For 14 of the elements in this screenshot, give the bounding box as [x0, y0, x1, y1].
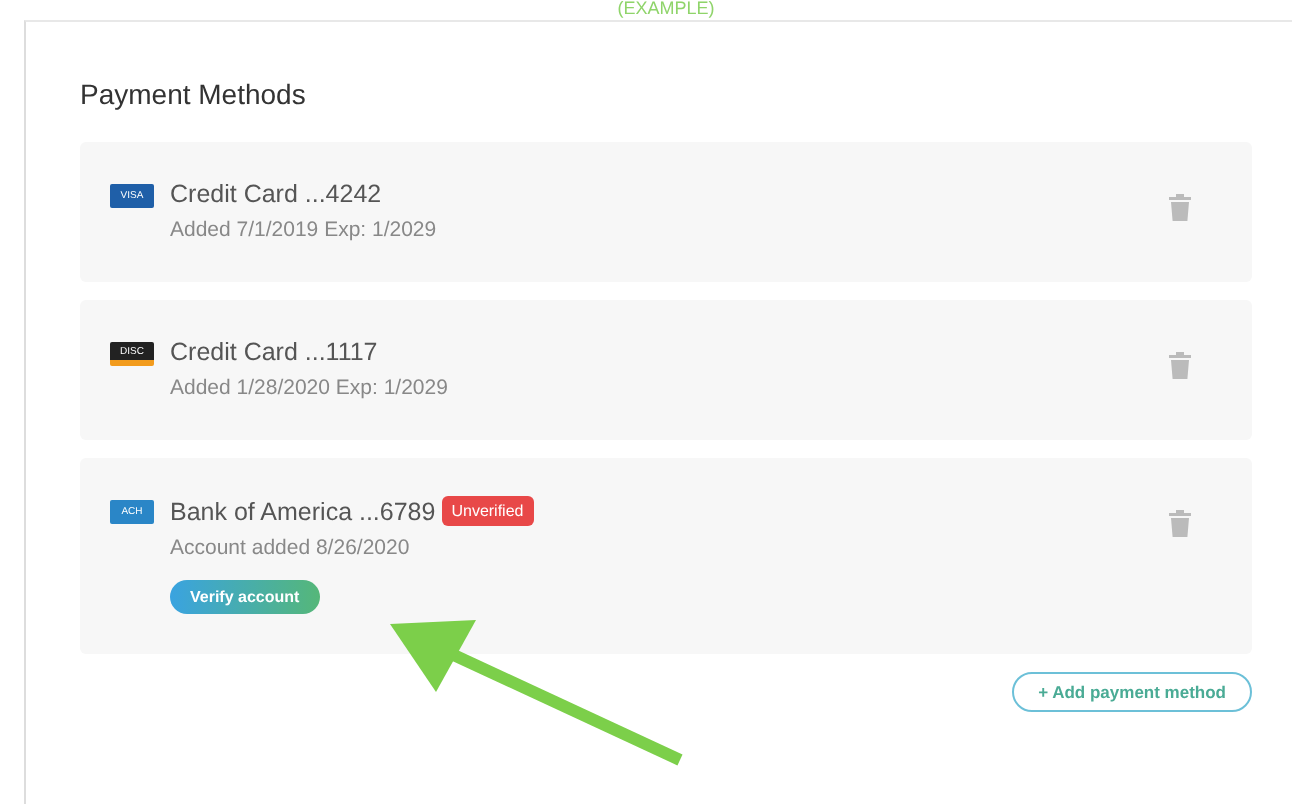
method-detail: Added 7/1/2019 Exp: 1/2029 [170, 218, 437, 242]
method-name: Bank of America ...6789 [170, 497, 436, 525]
add-payment-method-button[interactable]: + Add payment method [1012, 672, 1252, 712]
trash-icon[interactable] [1168, 350, 1192, 380]
example-label: (EXAMPLE) [615, 0, 717, 18]
trash-icon[interactable] [1168, 192, 1192, 222]
method-detail: Account added 8/26/2020 [170, 536, 412, 560]
section-title: Payment Methods [80, 78, 308, 110]
verify-account-button[interactable]: Verify account [170, 580, 320, 614]
status-badge: Unverified [441, 496, 534, 526]
trash-icon[interactable] [1168, 508, 1192, 538]
method-name: Credit Card ...1117 [170, 338, 378, 366]
method-detail: Added 1/28/2020 Exp: 1/2029 [170, 376, 448, 400]
method-name: Credit Card ...4242 [170, 180, 382, 208]
